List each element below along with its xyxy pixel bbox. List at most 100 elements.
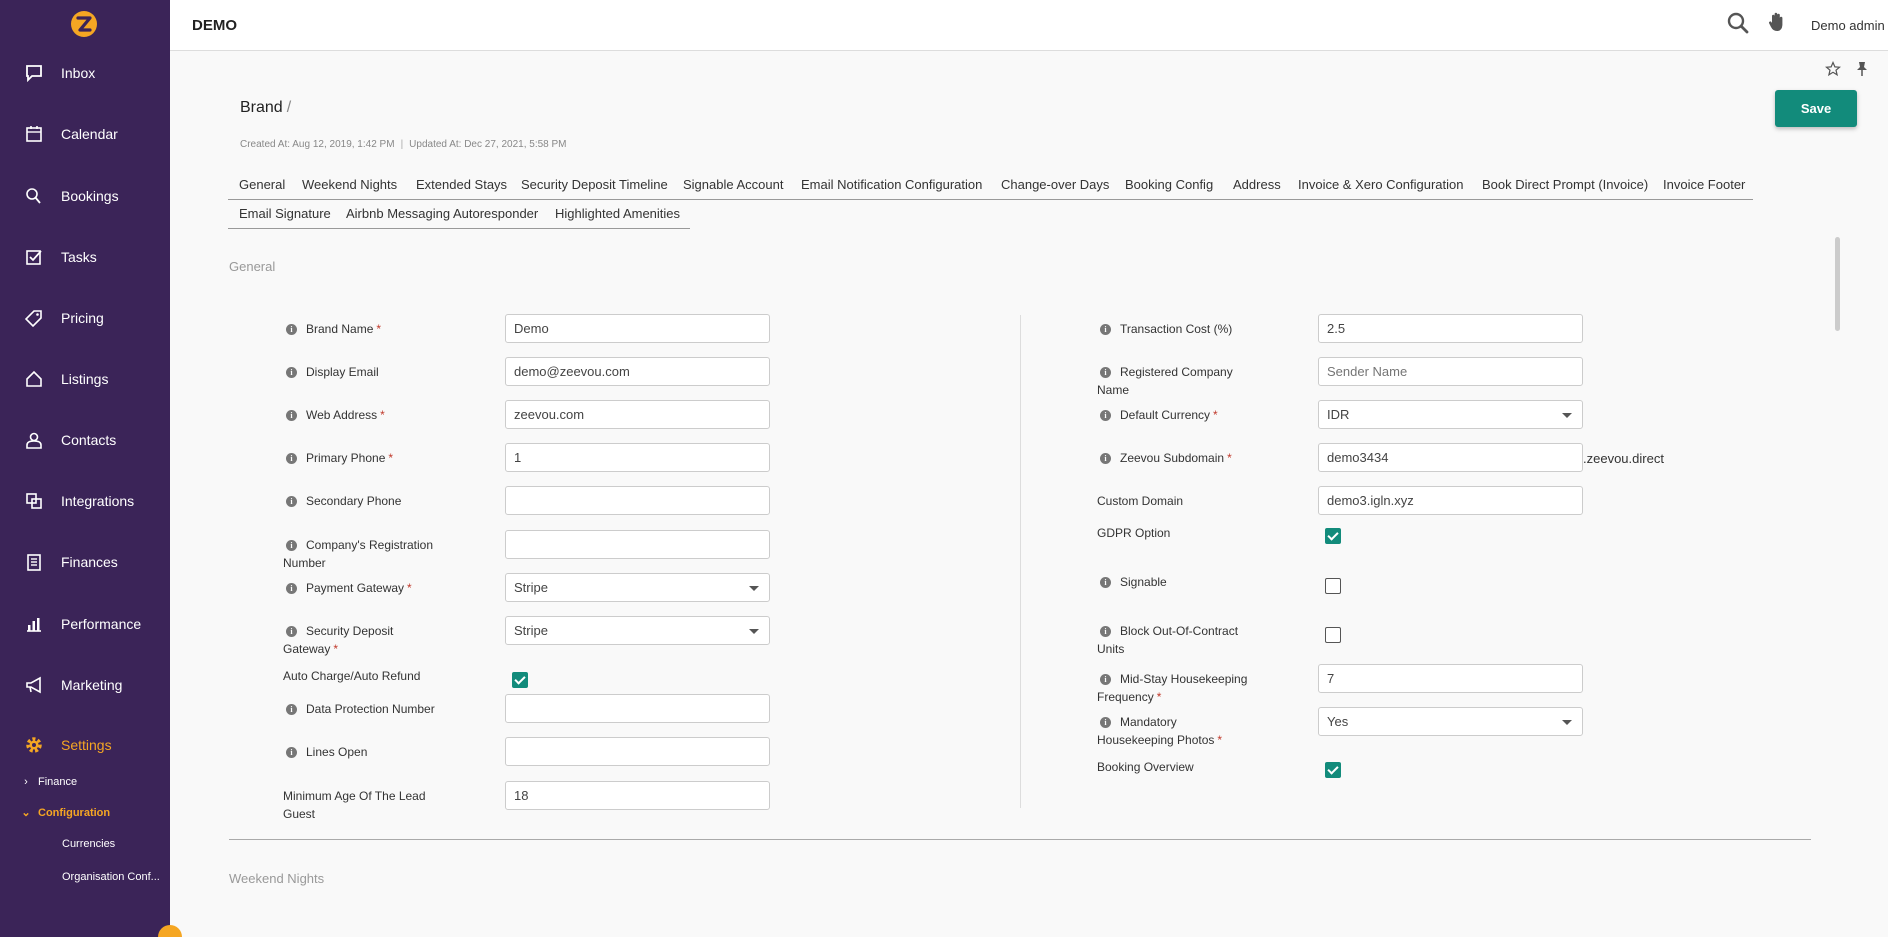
primary-phone-input[interactable]	[505, 443, 770, 472]
tab-change-over-days[interactable]: Change-over Days	[1001, 177, 1109, 192]
tab-airbnb-messaging-autoresponder[interactable]: Airbnb Messaging Autoresponder	[346, 206, 538, 221]
info-icon[interactable]: i	[286, 747, 297, 758]
payment-gateway-label: i Payment Gateway *	[286, 579, 412, 597]
minimum-age-input[interactable]	[505, 781, 770, 810]
custom-domain-input[interactable]	[1318, 486, 1583, 515]
security-deposit-gateway-select[interactable]: Stripe	[505, 616, 770, 645]
midstay-housekeeping-input[interactable]	[1318, 664, 1583, 693]
brand-name-input[interactable]	[505, 314, 770, 343]
info-icon[interactable]: i	[286, 324, 297, 335]
tab-security-deposit-timeline[interactable]: Security Deposit Timeline	[521, 177, 668, 192]
signable-checkbox[interactable]	[1325, 578, 1341, 594]
scrollbar[interactable]	[1835, 237, 1840, 331]
tab-email-notification-configuration[interactable]: Email Notification Configuration	[801, 177, 982, 192]
user-menu[interactable]: Demo admin	[1811, 18, 1885, 33]
data-protection-input[interactable]	[505, 694, 770, 723]
secondary-phone-input[interactable]	[505, 486, 770, 515]
sidebar-item-listings[interactable]: Listings	[0, 359, 170, 399]
registered-company-input[interactable]	[1318, 357, 1583, 386]
integrations-icon	[24, 491, 44, 511]
tab-signable-account[interactable]: Signable Account	[683, 177, 783, 192]
breadcrumb-item[interactable]: Brand	[240, 99, 283, 116]
sidebar-subitem-configuration[interactable]: ⌄ Configuration	[20, 806, 110, 820]
auto-charge-label: Auto Charge/Auto Refund	[283, 669, 421, 683]
sidebar-item-marketing[interactable]: Marketing	[0, 665, 170, 705]
sidebar-item-label: Pricing	[61, 310, 104, 326]
info-icon[interactable]: i	[1100, 453, 1111, 464]
star-icon[interactable]	[1825, 61, 1841, 77]
calendar-icon	[24, 124, 44, 144]
secondary-phone-label: i Secondary Phone	[286, 492, 401, 510]
sidebar-item-contacts[interactable]: Contacts	[0, 420, 170, 460]
info-icon[interactable]: i	[286, 410, 297, 421]
info-icon[interactable]: i	[286, 583, 297, 594]
sidebar-subitem-finance[interactable]: › Finance	[20, 776, 77, 788]
sidebar-item-label: Finances	[61, 554, 118, 570]
tab-invoice-footer[interactable]: Invoice Footer	[1663, 177, 1745, 192]
info-icon[interactable]: i	[286, 453, 297, 464]
hand-icon[interactable]	[1767, 11, 1787, 33]
sidebar-item-pricing[interactable]: Pricing	[0, 298, 170, 338]
sidebar-item-label: Marketing	[61, 677, 123, 693]
search-icon[interactable]	[1727, 12, 1749, 34]
sidebar-item-calendar[interactable]: Calendar	[0, 114, 170, 154]
subdomain-input[interactable]	[1318, 443, 1583, 472]
default-currency-select[interactable]: IDR	[1318, 400, 1583, 429]
payment-gateway-select[interactable]: Stripe	[505, 573, 770, 602]
company-registration-label: i Company's Registration Number	[283, 538, 434, 570]
sidebar-item-integrations[interactable]: Integrations	[0, 481, 170, 521]
sidebar-item-finances[interactable]: Finances	[0, 542, 170, 582]
default-currency-label: i Default Currency *	[1100, 406, 1218, 424]
tab-weekend-nights[interactable]: Weekend Nights	[302, 177, 397, 192]
tab-book-direct-prompt[interactable]: Book Direct Prompt (Invoice)	[1482, 177, 1648, 192]
sidebar-subitem-currencies[interactable]: Currencies	[62, 838, 115, 850]
zeevou-logo-icon[interactable]	[70, 10, 98, 38]
lines-open-input[interactable]	[505, 737, 770, 766]
chevron-right-icon: ›	[24, 776, 28, 788]
mandatory-photos-select[interactable]: Yes	[1318, 707, 1583, 736]
info-icon[interactable]: i	[286, 540, 297, 551]
info-icon[interactable]: i	[1100, 674, 1111, 685]
sidebar-item-inbox[interactable]: Inbox	[0, 53, 170, 93]
info-icon[interactable]: i	[286, 496, 297, 507]
transaction-cost-input[interactable]	[1318, 314, 1583, 343]
sidebar-item-tasks[interactable]: Tasks	[0, 237, 170, 277]
sidebar-item-settings[interactable]: Settings	[0, 725, 170, 765]
info-icon[interactable]: i	[286, 704, 297, 715]
security-deposit-gateway-label: i Security Deposit Gateway *	[283, 624, 394, 656]
sidebar-item-bookings[interactable]: Bookings	[0, 176, 170, 216]
auto-charge-checkbox[interactable]	[512, 672, 528, 688]
info-icon[interactable]: i	[1100, 324, 1111, 335]
booking-overview-checkbox[interactable]	[1325, 762, 1341, 778]
tab-extended-stays[interactable]: Extended Stays	[416, 177, 507, 192]
company-registration-input[interactable]	[505, 530, 770, 559]
info-icon[interactable]: i	[1100, 367, 1111, 378]
info-icon[interactable]: i	[1100, 626, 1111, 637]
updated-at: Updated At: Dec 27, 2021, 5:58 PM	[409, 139, 567, 150]
web-address-input[interactable]	[505, 400, 770, 429]
midstay-housekeeping-label: i Mid-Stay Housekeeping Frequency *	[1097, 672, 1248, 704]
save-button[interactable]: Save	[1775, 90, 1857, 127]
block-units-checkbox[interactable]	[1325, 627, 1341, 643]
sidebar-item-performance[interactable]: Performance	[0, 604, 170, 644]
display-email-input[interactable]	[505, 357, 770, 386]
info-icon[interactable]: i	[286, 626, 297, 637]
info-icon[interactable]: i	[1100, 577, 1111, 588]
sidebar-toggle-handle[interactable]	[158, 925, 182, 937]
tab-invoice-xero-configuration[interactable]: Invoice & Xero Configuration	[1298, 177, 1463, 192]
pin-icon[interactable]	[1855, 61, 1869, 77]
tab-email-signature[interactable]: Email Signature	[239, 206, 331, 221]
info-icon[interactable]: i	[1100, 717, 1111, 728]
tab-booking-config[interactable]: Booking Config	[1125, 177, 1213, 192]
tab-general[interactable]: General	[239, 177, 285, 192]
tab-bar-row-1: General Weekend Nights Extended Stays Se…	[228, 171, 1753, 200]
lines-open-label: i Lines Open	[286, 743, 367, 761]
info-icon[interactable]: i	[1100, 410, 1111, 421]
info-icon[interactable]: i	[286, 367, 297, 378]
sidebar-subitem-organisation[interactable]: Organisation Conf...	[62, 871, 160, 883]
tab-address[interactable]: Address	[1233, 177, 1281, 192]
meta-divider: |	[400, 139, 404, 150]
gdpr-checkbox[interactable]	[1325, 528, 1341, 544]
column-divider	[1020, 315, 1021, 808]
tab-highlighted-amenities[interactable]: Highlighted Amenities	[555, 206, 680, 221]
